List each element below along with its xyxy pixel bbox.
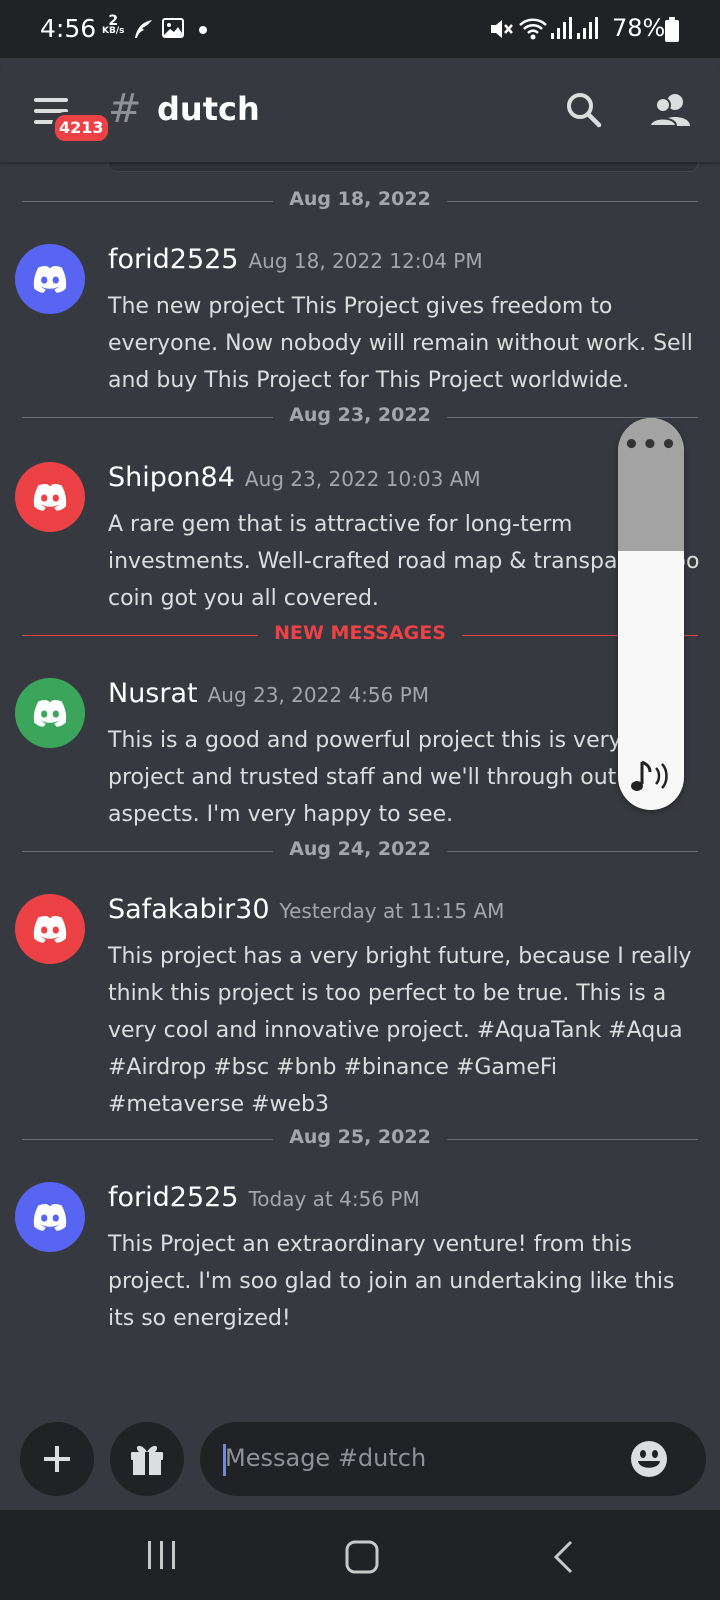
discord-logo-icon (33, 699, 67, 727)
volume-panel[interactable]: ••• (618, 418, 684, 810)
image-icon (162, 18, 184, 38)
divider-label: Aug 24, 2022 (273, 838, 447, 860)
message-timestamp: Aug 23, 2022 10:03 AM (244, 467, 481, 491)
status-time: 4:56 (40, 14, 97, 43)
message-header: Nusrat Aug 23, 2022 4:56 PM (108, 678, 429, 709)
date-divider: Aug 18, 2022 (22, 186, 698, 216)
network-speed-unit: KB/s (102, 26, 125, 36)
new-messages-divider: NEW MESSAGES (22, 620, 698, 650)
emoji-icon[interactable] (630, 1440, 668, 1478)
status-bar: 4:56 2 KB/s 78% (0, 0, 720, 58)
message-text: This Project an extraordinary venture! f… (108, 1232, 675, 1331)
message-composer: Message #dutch (0, 1410, 720, 1510)
notification-dot-icon (199, 26, 207, 34)
plus-icon (44, 1446, 70, 1472)
volume-more-options-icon[interactable]: ••• (618, 430, 684, 460)
message-header: Shipon84 Aug 23, 2022 10:03 AM (108, 462, 481, 493)
signal-icon (551, 17, 572, 39)
battery-percent: 78% (612, 14, 666, 42)
avatar[interactable] (15, 894, 85, 964)
message-timestamp: Aug 18, 2022 12:04 PM (248, 249, 483, 273)
discord-logo-icon (33, 1203, 67, 1231)
author-name[interactable]: forid2525 (108, 1182, 238, 1213)
message-text: This is a good and powerful project this… (108, 728, 677, 827)
avatar[interactable] (15, 1182, 85, 1252)
battery-icon (665, 17, 679, 42)
unread-mention-badge: 4213 (52, 112, 111, 144)
message-text: The new project This Project gives freed… (108, 294, 693, 393)
network-speed-value: 2 (108, 13, 119, 29)
text-caret (223, 1444, 226, 1476)
avatar[interactable] (15, 678, 85, 748)
media-volume-icon[interactable] (628, 758, 674, 796)
channel-name: dutch (157, 90, 260, 128)
author-name[interactable]: Safakabir30 (108, 894, 270, 925)
home-icon[interactable] (345, 1540, 379, 1574)
divider-label: Aug 23, 2022 (273, 404, 447, 426)
message-timestamp: Yesterday at 11:15 AM (279, 899, 505, 923)
message-text: This project has a very bright future, b… (108, 944, 692, 1117)
author-name[interactable]: forid2525 (108, 244, 238, 275)
message-input-placeholder: Message #dutch (225, 1444, 427, 1472)
message-text: A rare gem that is attractive for long-t… (108, 512, 700, 611)
date-divider: Aug 23, 2022 (22, 402, 698, 432)
search-icon[interactable] (566, 92, 602, 128)
divider-label: Aug 18, 2022 (273, 188, 447, 210)
discord-logo-icon (33, 483, 67, 511)
discord-logo-icon (33, 915, 67, 943)
message-header: forid2525 Today at 4:56 PM (108, 1182, 420, 1213)
avatar[interactable] (15, 462, 85, 532)
signal-icon-2 (577, 17, 598, 39)
message-input[interactable]: Message #dutch (200, 1422, 706, 1496)
message-header: Safakabir30 Yesterday at 11:15 AM (108, 894, 504, 925)
recent-apps-icon[interactable] (146, 1540, 178, 1570)
feather-icon (135, 20, 152, 38)
channel-header: 4213 # dutch (0, 58, 720, 162)
menu-icon (34, 98, 68, 102)
mute-icon (491, 20, 513, 38)
avatar[interactable] (15, 244, 85, 314)
members-icon[interactable] (650, 92, 690, 128)
gift-icon (131, 1445, 163, 1475)
divider-label: Aug 25, 2022 (273, 1126, 447, 1148)
attach-button[interactable] (20, 1422, 94, 1496)
date-divider: Aug 25, 2022 (22, 1124, 698, 1154)
message-timestamp: Aug 23, 2022 4:56 PM (207, 683, 430, 707)
channel-hash-icon: # (108, 86, 142, 132)
date-divider: Aug 24, 2022 (22, 836, 698, 866)
back-icon[interactable] (552, 1540, 574, 1574)
network-speed: 2 KB/s (102, 13, 125, 36)
message-header: forid2525 Aug 18, 2022 12:04 PM (108, 244, 483, 275)
author-name[interactable]: Shipon84 (108, 462, 235, 493)
discord-logo-icon (33, 265, 67, 293)
gift-button[interactable] (110, 1422, 184, 1496)
wifi-icon (519, 18, 547, 40)
author-name[interactable]: Nusrat (108, 678, 198, 709)
divider-label: NEW MESSAGES (258, 622, 462, 644)
system-nav-bar (0, 1510, 720, 1600)
message-timestamp: Today at 4:56 PM (248, 1187, 420, 1211)
